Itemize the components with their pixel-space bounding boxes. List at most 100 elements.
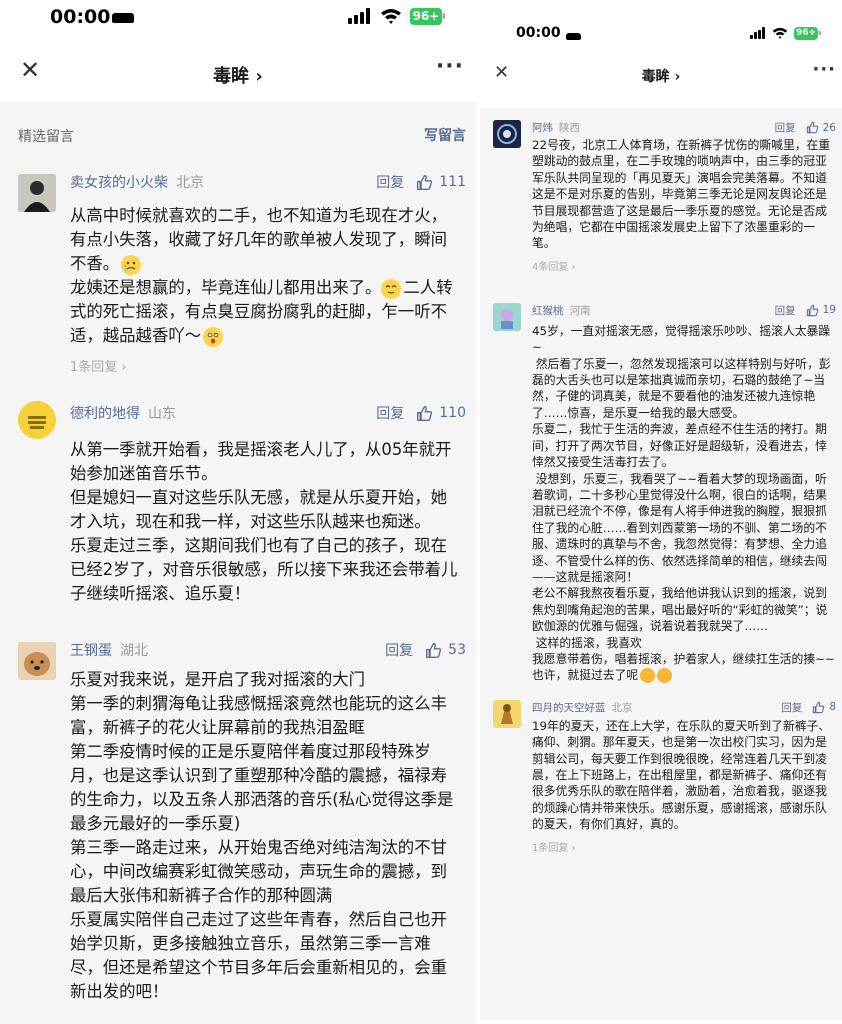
nav-bar: ✕ 毒眸 › ··· (480, 56, 842, 108)
comment-paragraph: 第一季的刺猬海龟让我感慨摇滚竟然也能玩的这么丰富，新裤子的花火让屏幕前的我热泪盈… (70, 694, 447, 737)
comment-list: 阿炜 陕西 回复 26 22号夜，北京工人体育场，在新裤子忧伤的嘶喊里，在重塑跳… (480, 108, 842, 1020)
like-button[interactable]: 8 (812, 701, 836, 714)
sun-emoji-icon (657, 668, 673, 684)
commenter-name[interactable]: 王钢蛋 (70, 640, 112, 660)
comment-paragraph: 19年的夏天，还在上大学，在乐队的夏天听到了新裤子、痛仰、刺猬。那年夏天，也是第… (532, 718, 831, 832)
comment-paragraph: 从第一季就开始看，我是摇滚老人儿了，从05年就开始参加迷笛音乐节。 (70, 440, 452, 483)
comment-paragraph: 第三季一路走过来，从开始鬼否绝对纯洁淘汰的不甘心，中间改编赛彩虹微笑感动，声玩生… (70, 838, 447, 905)
reply-button[interactable]: 回复 (781, 700, 802, 715)
status-time: 00:00 (50, 6, 111, 28)
car-icon (112, 10, 134, 24)
comment-actions: 回复 26 (775, 120, 836, 135)
cry-emoji-icon (121, 254, 142, 275)
like-button[interactable]: 111 (416, 174, 466, 191)
comment-paragraph: 然后看了乐夏一，忽然发现摇滚可以这样特别与好听，彭磊的大舌头也可以是笨拙真诚而亲… (532, 356, 831, 420)
commenter-name[interactable]: 德利的地得 (70, 403, 140, 423)
commenter-name[interactable]: 卖女孩的小火柴 (70, 172, 168, 192)
thumbs-up-icon (806, 121, 818, 134)
like-button[interactable]: 53 (425, 642, 466, 659)
avatar[interactable] (493, 120, 521, 148)
status-bar: 00:00 96+ (0, 0, 476, 46)
surprised-emoji-icon (203, 326, 224, 347)
comment-paragraph: 第二季疫情时候的正是乐夏陪伴着度过那段特殊岁月，也是这季认识到了重塑那种冷酷的震… (70, 742, 454, 833)
like-count: 111 (439, 174, 466, 190)
comment-text: 从第一季就开始看，我是摇滚老人儿了，从05年就开始参加迷笛音乐节。 但是媳妇一直… (70, 438, 462, 606)
comment-paragraph: 也许，就挺过去了呢 (532, 668, 639, 683)
left-screenshot: 00:00 96+ ✕ 毒眸 › ··· 精选留言 写留言 卖女孩的小火柴 北京… (0, 0, 476, 1024)
like-button[interactable]: 110 (416, 405, 466, 422)
comment-actions: 回复 8 (781, 700, 836, 715)
smile-emoji-icon (381, 278, 402, 299)
avatar[interactable] (18, 642, 56, 680)
like-count: 53 (448, 642, 466, 658)
like-count: 26 (822, 121, 836, 134)
reply-count-link[interactable]: 1条回复 › (70, 356, 462, 375)
like-count: 8 (829, 701, 836, 714)
account-title[interactable]: 毒眸 › (480, 66, 842, 86)
comment-text: 19年的夏天，还在上大学，在乐队的夏天听到了新裤子、痛仰、刺猬。那年夏天，也是第… (532, 718, 836, 833)
commenter-name[interactable]: 阿炜 (532, 120, 553, 135)
reply-button[interactable]: 回复 (376, 172, 404, 192)
signal-icon (348, 8, 372, 24)
comment-meta: 德利的地得 山东 (70, 403, 176, 423)
avatar[interactable] (18, 401, 56, 439)
wifi-icon (381, 9, 401, 24)
reply-button[interactable]: 回复 (775, 120, 796, 135)
comment-paragraph: 乐夏二，我忙于生活的奔波，差点经不住生活的拷打。期间，打开了两次节目，好像正好是… (532, 422, 827, 470)
comment-item: 红猴桃 河南 回复 19 45岁，一直对摇滚无感，觉得摇滚乐吵吵、摇滚人太暴躁~… (480, 287, 842, 702)
comment-item: 德利的地得 山东 回复 110 从第一季就开始看，我是摇滚老人儿了，从05年就开… (0, 395, 476, 634)
account-title[interactable]: 毒眸 › (0, 62, 476, 88)
more-icon[interactable]: ··· (812, 59, 836, 80)
comment-paragraph: 老公不解我熬夜看乐夏，我给他讲我认识到的摇滚，说到焦灼到嘴角起泡的苦果，唱出最好… (532, 586, 828, 634)
thumbs-up-icon (813, 701, 825, 714)
like-count: 110 (439, 405, 466, 421)
comment-text: 22号夜，北京工人体育场，在新裤子忧伤的嘶喊里，在重塑跳动的鼓点里，在二手玫瑰的… (532, 137, 836, 252)
comment-paragraph: 但是媳妇一直对这些乐队无感，就是从乐夏开始，她才入坑，现在和我一样，对这些乐队越… (70, 488, 447, 531)
comment-paragraph: 我愿意带着伤，唱着摇滚，护着家人，继续扛生活的揍~~ (532, 651, 835, 666)
comment-paragraph: 乐夏对我来说，是开启了我对摇滚的大门 (70, 670, 366, 689)
like-button[interactable]: 26 (806, 121, 836, 134)
selected-comments-label: 精选留言 (18, 129, 74, 145)
comment-item: 王钢蛋 湖北 回复 53 乐夏对我来说，是开启了我对摇滚的大门 第一季的刺猬海龟… (0, 634, 476, 1024)
reply-count-link[interactable]: 4条回复 › (532, 258, 836, 273)
avatar[interactable] (493, 302, 521, 331)
commenter-name[interactable]: 四月的天空好蓝 (532, 700, 606, 715)
battery-indicator: 96+ (794, 26, 821, 40)
like-button[interactable]: 19 (806, 304, 836, 317)
comment-text: 45岁，一直对摇滚无感，觉得摇滚乐吵吵、摇滚人太暴躁~ 然后看了乐夏一，忽然发现… (532, 323, 836, 684)
comment-item: 阿炜 陕西 回复 26 22号夜，北京工人体育场，在新裤子忧伤的嘶喊里，在重塑跳… (480, 108, 842, 287)
commenter-location: 北京 (176, 175, 204, 191)
commenter-name[interactable]: 红猴桃 (532, 303, 564, 318)
write-comment-link[interactable]: 写留言 (424, 125, 466, 145)
reply-button[interactable]: 回复 (385, 640, 413, 660)
comment-text: 从高中时候就喜欢的二手，也不知道为毛现在才火，有点小失落，收藏了好几年的歌单被人… (70, 204, 462, 348)
comment-paragraph: 22号夜，北京工人体育场，在新裤子忧伤的嘶喊里，在重塑跳动的鼓点里，在二手玫瑰的… (532, 138, 831, 251)
wifi-icon (772, 27, 788, 39)
nav-bar: ✕ 毒眸 › ··· (0, 46, 476, 102)
reply-button[interactable]: 回复 (376, 403, 404, 423)
comment-actions: 回复 53 (385, 640, 466, 660)
comment-meta: 四月的天空好蓝 北京 (532, 700, 633, 715)
comment-meta: 王钢蛋 湖北 (70, 640, 148, 660)
comment-paragraph: 没想到，乐夏三，我看哭了~~看着大梦的现场画面，听着歌词，二十多秒心里觉得没什么… (532, 471, 827, 584)
comment-paragraph: 乐夏走过三季，这期间我们也有了自己的孩子，现在已经2岁了，对音乐很敏感，所以接下… (70, 536, 458, 603)
comment-item: 四月的天空好蓝 北京 回复 8 19年的夏天，还在上大学，在乐队的夏天听到了新裤… (480, 699, 842, 868)
comment-paragraph: 这样的摇滚，我喜欢 (532, 635, 642, 650)
avatar[interactable] (18, 174, 56, 212)
comment-paragraph: 45岁，一直对摇滚无感，觉得摇滚乐吵吵、摇滚人太暴躁~ (532, 323, 831, 355)
reply-button[interactable]: 回复 (775, 303, 796, 318)
comment-paragraph: 龙姨还是想赢的，毕竟连仙儿都用出来了。 (70, 278, 382, 297)
reply-count-link[interactable]: 1条回复 › (532, 839, 836, 854)
status-icons: 96+ (750, 26, 821, 40)
thumbs-up-icon (806, 304, 818, 317)
commenter-location: 北京 (611, 701, 633, 714)
comment-actions: 回复 110 (376, 403, 466, 423)
battery-indicator: 96+ (410, 7, 445, 25)
sun-emoji-icon (640, 668, 656, 684)
avatar[interactable] (493, 699, 521, 728)
more-icon[interactable]: ··· (436, 54, 464, 79)
commenter-location: 山东 (148, 406, 176, 422)
thumbs-up-icon (417, 405, 433, 421)
status-time: 00:00 (516, 25, 561, 41)
commenter-location: 河南 (569, 304, 591, 317)
